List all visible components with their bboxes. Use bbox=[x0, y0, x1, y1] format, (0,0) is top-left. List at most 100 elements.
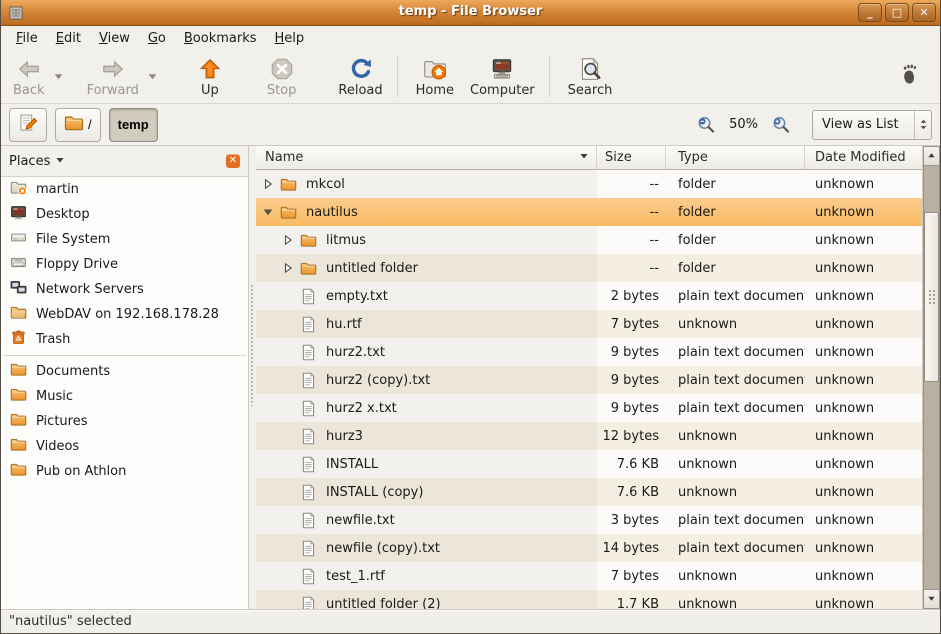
expander-collapsed-icon[interactable] bbox=[282, 234, 294, 246]
table-row[interactable]: hurz2.txt9 bytesplain text documentunkno… bbox=[256, 338, 922, 366]
up-button[interactable]: Up bbox=[191, 53, 229, 101]
file-size: 7.6 KB bbox=[597, 478, 666, 506]
file-type: unknown bbox=[666, 310, 805, 338]
table-row[interactable]: mkcol--folderunknown bbox=[256, 170, 922, 198]
menu-help[interactable]: Help bbox=[266, 28, 314, 49]
file-type: plain text document bbox=[666, 394, 805, 422]
file-date-modified: unknown bbox=[805, 534, 922, 562]
file-size: 1.7 KB bbox=[597, 590, 666, 609]
file-size: -- bbox=[597, 170, 666, 198]
file-type: plain text document bbox=[666, 338, 805, 366]
file-date-modified: unknown bbox=[805, 282, 922, 310]
reload-button[interactable]: Reload bbox=[332, 53, 388, 101]
table-row[interactable]: untitled folder--folderunknown bbox=[256, 254, 922, 282]
table-row[interactable]: INSTALL (copy)7.6 KBunknownunknown bbox=[256, 478, 922, 506]
table-row[interactable]: newfile.txt3 bytesplain text documentunk… bbox=[256, 506, 922, 534]
column-header-type[interactable]: Type bbox=[666, 146, 805, 170]
scrollbar-thumb[interactable] bbox=[924, 212, 939, 382]
file-name: untitled folder bbox=[326, 261, 418, 276]
back-button[interactable]: Back bbox=[7, 53, 51, 101]
table-row[interactable]: INSTALL7.6 KBunknownunknown bbox=[256, 450, 922, 478]
sidebar-item-webdav-on-192-168-178-28[interactable]: WebDAV on 192.168.178.28 bbox=[1, 302, 248, 327]
file-size: -- bbox=[597, 226, 666, 254]
menu-view[interactable]: View bbox=[90, 28, 139, 49]
computer-button[interactable]: Computer bbox=[464, 53, 541, 101]
table-row[interactable]: empty.txt2 bytesplain text documentunkno… bbox=[256, 282, 922, 310]
column-header-name[interactable]: Name bbox=[256, 146, 597, 170]
view-mode-combo[interactable]: View as List bbox=[812, 110, 932, 140]
minimize-button[interactable]: _ bbox=[858, 3, 882, 22]
sidebar-item-pictures[interactable]: Pictures bbox=[1, 409, 248, 434]
expander-collapsed-icon[interactable] bbox=[262, 178, 274, 190]
zoom-out-icon[interactable] bbox=[694, 113, 718, 137]
file-date-modified: unknown bbox=[805, 198, 922, 226]
table-row[interactable]: hurz2 x.txt9 bytesplain text documentunk… bbox=[256, 394, 922, 422]
sidebar-item-desktop[interactable]: Desktop bbox=[1, 202, 248, 227]
maximize-button[interactable]: □ bbox=[885, 3, 909, 22]
root-path-button[interactable]: / bbox=[55, 108, 101, 142]
places-selector[interactable]: Places bbox=[9, 154, 50, 169]
expander-expanded-icon[interactable] bbox=[262, 206, 274, 218]
stop-button[interactable]: Stop bbox=[261, 53, 303, 101]
menu-go[interactable]: Go bbox=[139, 28, 175, 49]
file-date-modified: unknown bbox=[805, 562, 922, 590]
file-type: folder bbox=[666, 170, 805, 198]
file-type: unknown bbox=[666, 422, 805, 450]
zoom-in-icon[interactable] bbox=[769, 113, 793, 137]
pane-resize-handle[interactable] bbox=[249, 146, 256, 609]
menu-file[interactable]: File bbox=[7, 28, 47, 49]
path-button-current[interactable]: temp bbox=[109, 108, 158, 142]
back-history-dropdown[interactable] bbox=[51, 57, 67, 97]
file-size: -- bbox=[597, 198, 666, 226]
computer-icon bbox=[489, 56, 515, 82]
table-row[interactable]: test_1.rtf7 bytesunknownunknown bbox=[256, 562, 922, 590]
arrow-up-icon bbox=[927, 149, 936, 164]
file-type: unknown bbox=[666, 478, 805, 506]
table-row[interactable]: hurz2 (copy).txt9 bytesplain text docume… bbox=[256, 366, 922, 394]
scroll-down-button[interactable] bbox=[923, 589, 940, 609]
titlebar[interactable]: temp - File Browser _□✕ bbox=[1, 0, 940, 26]
expander-collapsed-icon[interactable] bbox=[282, 262, 294, 274]
sort-descending-icon bbox=[579, 150, 589, 165]
close-button[interactable]: ✕ bbox=[912, 3, 936, 22]
home-button[interactable]: Home bbox=[410, 53, 460, 101]
folder-icon bbox=[300, 232, 317, 249]
sidebar-item-pub-on-athlon[interactable]: Pub on Athlon bbox=[1, 459, 248, 484]
chevron-down-icon[interactable] bbox=[55, 154, 65, 169]
scroll-up-button[interactable] bbox=[923, 146, 940, 166]
file-size: 12 bytes bbox=[597, 422, 666, 450]
table-row[interactable]: nautilus--folderunknown bbox=[256, 198, 922, 226]
sidebar-item-file-system[interactable]: File System bbox=[1, 227, 248, 252]
sidebar-item-martin[interactable]: martin bbox=[1, 177, 248, 202]
column-header-size[interactable]: Size bbox=[597, 146, 666, 170]
sidebar-item-floppy-drive[interactable]: Floppy Drive bbox=[1, 252, 248, 277]
forward-history-dropdown[interactable] bbox=[145, 57, 161, 97]
scrollbar-trough[interactable] bbox=[923, 166, 940, 589]
menu-bookmarks[interactable]: Bookmarks bbox=[175, 28, 266, 49]
search-button[interactable]: Search bbox=[562, 53, 619, 101]
toolbar: Back Forward Up Stop Reload HomeComputer Searc… bbox=[1, 50, 940, 104]
file-name: untitled folder (2) bbox=[326, 597, 441, 610]
file-browser-window: temp - File Browser _□✕ FileEditViewGoBo… bbox=[0, 0, 941, 634]
toggle-location-entry-button[interactable] bbox=[9, 108, 47, 142]
table-row[interactable]: hurz312 bytesunknownunknown bbox=[256, 422, 922, 450]
menu-edit[interactable]: Edit bbox=[47, 28, 90, 49]
table-row[interactable]: newfile (copy).txt14 bytesplain text doc… bbox=[256, 534, 922, 562]
column-header-date-modified[interactable]: Date Modified bbox=[805, 146, 922, 170]
folder-icon bbox=[10, 386, 27, 407]
sidebar-item-network-servers[interactable]: Network Servers bbox=[1, 277, 248, 302]
file-size: 9 bytes bbox=[597, 366, 666, 394]
file-size: 3 bytes bbox=[597, 506, 666, 534]
sidebar-close-icon[interactable]: ✕ bbox=[226, 154, 240, 168]
table-row[interactable]: hu.rtf7 bytesunknownunknown bbox=[256, 310, 922, 338]
table-row[interactable]: untitled folder (2)1.7 KBunknownunknown bbox=[256, 590, 922, 609]
sidebar-item-music[interactable]: Music bbox=[1, 384, 248, 409]
forward-button[interactable]: Forward bbox=[81, 53, 145, 101]
location-bar: / temp 50% View as List bbox=[1, 104, 940, 146]
file-name: empty.txt bbox=[326, 289, 388, 304]
file-type: unknown bbox=[666, 450, 805, 478]
sidebar-item-trash[interactable]: Trash bbox=[1, 327, 248, 352]
sidebar-item-documents[interactable]: Documents bbox=[1, 359, 248, 384]
sidebar-item-videos[interactable]: Videos bbox=[1, 434, 248, 459]
table-row[interactable]: litmus--folderunknown bbox=[256, 226, 922, 254]
